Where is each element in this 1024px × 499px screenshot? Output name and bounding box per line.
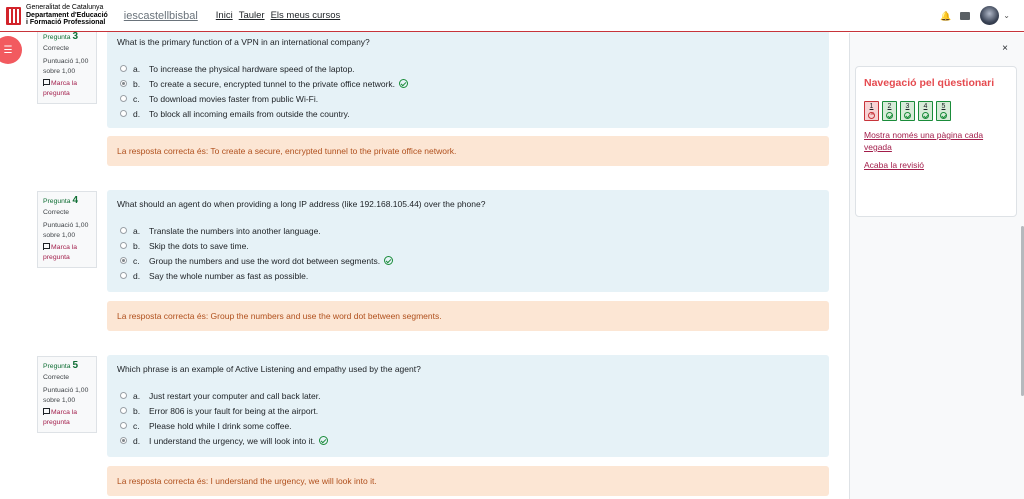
question-number: Pregunta 3	[43, 31, 79, 42]
answer-radio[interactable]	[120, 95, 127, 102]
answer-radio[interactable]	[120, 227, 127, 234]
flag-question-link[interactable]: Marca la pregunta	[43, 79, 91, 98]
correct-check-icon	[384, 256, 394, 265]
nav-dashboard-link[interactable]: Tauler	[239, 10, 265, 21]
flag-icon	[43, 243, 50, 250]
primary-navigation: Inici Tauler Els meus cursos	[216, 10, 340, 21]
list-icon: ☰	[3, 44, 13, 56]
gencat-logo-text: Generalitat de Catalunya Departament d'E…	[26, 4, 108, 27]
answer-list: a. Translate the numbers into another lan…	[117, 223, 819, 283]
question-number: Pregunta 5	[43, 360, 79, 371]
flag-question-link[interactable]: Marca la pregunta	[43, 243, 91, 262]
answer-option[interactable]: c. To download movies faster from public …	[117, 91, 819, 106]
question-formulation: What is the primary function of a VPN in…	[107, 28, 829, 128]
answer-list: a. To increase the physical hardware spee…	[117, 61, 819, 121]
finish-review-link[interactable]: Acaba la revisió	[864, 159, 1008, 171]
question-number: Pregunta 4	[43, 195, 79, 206]
gencat-logo[interactable]: Generalitat de Catalunya Departament d'E…	[6, 4, 108, 27]
question-formulation: Which phrase is an example of Active Lis…	[107, 355, 829, 457]
question-nav-button-1[interactable]: 1	[864, 101, 879, 121]
answer-option[interactable]: a. To increase the physical hardware spee…	[117, 61, 819, 76]
flag-question-link[interactable]: Marca la pregunta	[43, 408, 91, 427]
gencat-line2: Departament d'Educació	[26, 11, 108, 19]
user-avatar[interactable]	[980, 6, 1000, 25]
answer-option[interactable]: a. Translate the numbers into another lan…	[117, 223, 819, 238]
top-navbar: Generalitat de Catalunya Departament d'E…	[0, 0, 1024, 32]
messages-chat-icon[interactable]	[960, 11, 971, 20]
gencat-emblem-icon	[6, 6, 21, 25]
show-one-page-link[interactable]: Mostra només una pàgina cada vegada	[864, 129, 1008, 153]
answer-option[interactable]: d. To block all incoming emails from outs…	[117, 106, 819, 121]
question-state: Correcte	[43, 44, 70, 52]
question-nav-button-4[interactable]: 4	[918, 101, 933, 121]
nav-my-courses-link[interactable]: Els meus cursos	[271, 10, 341, 21]
gencat-line1: Generalitat de Catalunya	[26, 4, 104, 12]
question-state: Correcte	[43, 373, 70, 381]
answer-radio[interactable]	[120, 392, 127, 399]
course-index-toggle-button[interactable]: ☰	[0, 36, 22, 64]
flag-icon	[43, 408, 50, 415]
correct-answer-feedback: La resposta correcta és: Group the numbe…	[107, 301, 829, 331]
question-formulation: What should an agent do when providing a…	[107, 190, 829, 292]
correct-answer-feedback: La resposta correcta és: To create a sec…	[107, 136, 829, 166]
correct-check-icon	[904, 112, 911, 119]
answer-option[interactable]: d. I understand the urgency, we will look…	[117, 433, 819, 448]
question-info: Pregunta 4 Correcte Puntuació 1,00 sobre…	[37, 191, 97, 268]
question-nav-button-2[interactable]: 2	[882, 101, 897, 121]
answer-option[interactable]: b. Skip the dots to save time.	[117, 238, 819, 253]
answer-option[interactable]: d. Say the whole number as fast as possib…	[117, 268, 819, 283]
question-text: Which phrase is an example of Active Lis…	[117, 364, 421, 374]
question-info: Pregunta 5 Correcte Puntuació 1,00 sobre…	[37, 356, 97, 433]
user-navigation: 🔔 ⌄	[940, 6, 1010, 25]
correct-check-icon	[940, 112, 947, 119]
question-nav-button-3[interactable]: 3	[900, 101, 915, 121]
quiz-navigation-title: Navegació pel qüestionari	[864, 77, 995, 89]
question-grade: Puntuació 1,00 sobre 1,00	[43, 58, 89, 75]
nav-home-link[interactable]: Inici	[216, 10, 233, 21]
answer-list: a. Just restart your computer and call ba…	[117, 388, 819, 448]
correct-check-icon	[886, 112, 893, 119]
answer-radio[interactable]	[120, 242, 127, 249]
site-name-link[interactable]: iescastellbisbal	[124, 10, 198, 22]
user-menu-chevron-down-icon[interactable]: ⌄	[1003, 11, 1010, 20]
question-state: Correcte	[43, 208, 70, 216]
question-nav-buttons: 1 2 3 4 5	[864, 101, 1008, 121]
gencat-line3: i Formació Professional	[26, 19, 106, 27]
answer-radio[interactable]	[120, 407, 127, 414]
answer-option[interactable]: c. Group the numbers and use the word dot…	[117, 253, 819, 268]
answer-radio[interactable]	[120, 110, 127, 117]
answer-option[interactable]: c. Please hold while I drink some coffee.	[117, 418, 819, 433]
close-drawer-icon[interactable]: ×	[1002, 43, 1008, 54]
question-nav-button-5[interactable]: 5	[936, 101, 951, 121]
quiz-navigation-drawer: × Navegació pel qüestionari 1 2 3 4 5 Mo…	[849, 33, 1024, 499]
question-info: Pregunta 3 Correcte Puntuació 1,00 sobre…	[37, 27, 97, 104]
question-text: What is the primary function of a VPN in…	[117, 37, 370, 47]
answer-option[interactable]: b. Error 806 is your fault for being at t…	[117, 403, 819, 418]
answer-radio[interactable]	[120, 437, 127, 444]
correct-answer-feedback: La resposta correcta és: I understand th…	[107, 466, 829, 496]
quiz-navigation-block: Navegació pel qüestionari 1 2 3 4 5 Most…	[855, 66, 1017, 217]
question-grade: Puntuació 1,00 sobre 1,00	[43, 387, 89, 404]
question-grade: Puntuació 1,00 sobre 1,00	[43, 222, 89, 239]
correct-check-icon	[319, 436, 329, 445]
answer-radio[interactable]	[120, 257, 127, 264]
answer-option[interactable]: a. Just restart your computer and call ba…	[117, 388, 819, 403]
answer-radio[interactable]	[120, 422, 127, 429]
answer-radio[interactable]	[120, 65, 127, 72]
correct-check-icon	[399, 79, 409, 88]
question-text: What should an agent do when providing a…	[117, 199, 486, 209]
flag-icon	[43, 79, 50, 86]
incorrect-icon	[868, 110, 875, 119]
answer-radio[interactable]	[120, 272, 127, 279]
correct-check-icon	[922, 112, 929, 119]
answer-option[interactable]: b. To create a secure, encrypted tunnel t…	[117, 76, 819, 91]
notifications-bell-icon[interactable]: 🔔	[940, 11, 951, 21]
answer-radio[interactable]	[120, 80, 127, 87]
